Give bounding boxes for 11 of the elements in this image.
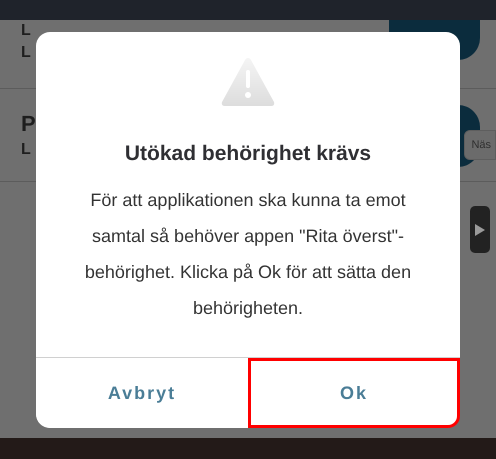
row-label: L xyxy=(21,22,31,40)
row-title: P xyxy=(21,111,36,137)
dialog-message: För att applikationen ska kunna ta emot samtal så behöver appen "Rita överst"-behörighet. Klicka på Ok för att sätta den behörigheten. xyxy=(84,189,412,320)
dialog-title: Utökad behörighet krävs xyxy=(124,142,372,166)
row-label: L xyxy=(21,141,31,159)
play-icon xyxy=(474,222,486,236)
side-tab[interactable]: Näs xyxy=(464,130,496,160)
row-label: L xyxy=(21,44,31,62)
warning-icon xyxy=(220,56,276,108)
dialog-button[interactable]: Ok xyxy=(248,358,460,428)
drawer-handle[interactable] xyxy=(470,206,490,253)
